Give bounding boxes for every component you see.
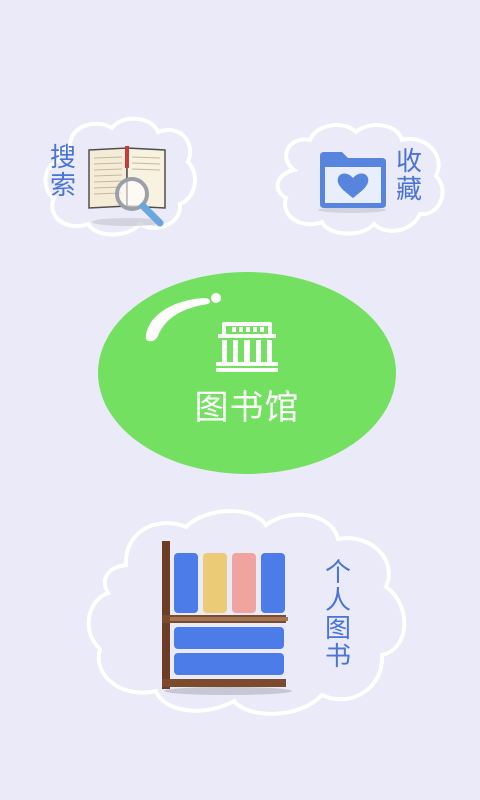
folder-heart-icon xyxy=(318,152,386,213)
library-building-icon xyxy=(216,322,278,372)
my-books-label: 个 人 图 书 xyxy=(324,558,351,672)
favorites-label: 收 藏 xyxy=(395,147,422,205)
my-books-button[interactable]: 个 人 图 书 xyxy=(86,505,416,720)
book-magnifier-icon xyxy=(88,146,166,227)
library-button[interactable]: 图书馆 xyxy=(98,272,396,474)
search-button[interactable]: 搜 索 xyxy=(40,112,200,237)
bookshelf-icon xyxy=(162,541,292,695)
favorites-button[interactable]: 收 藏 xyxy=(270,118,450,236)
library-label: 图书馆 xyxy=(194,388,300,428)
search-label: 搜 索 xyxy=(49,143,76,201)
